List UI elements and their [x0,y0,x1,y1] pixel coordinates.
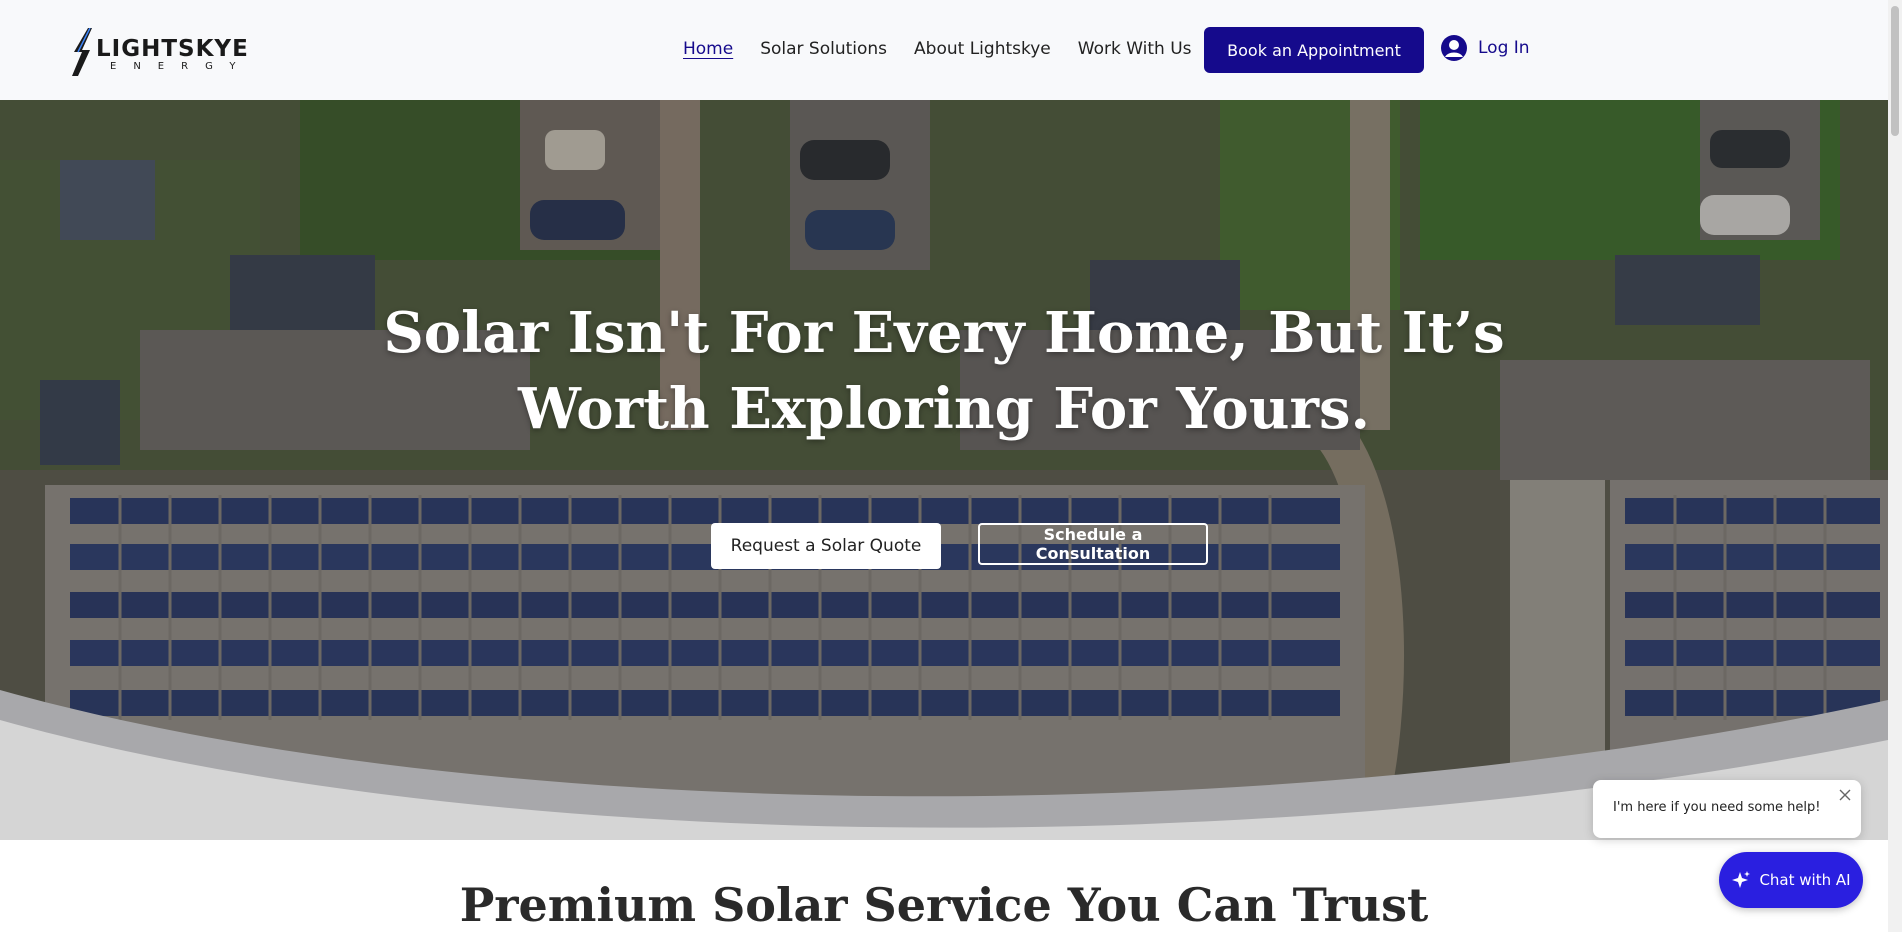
schedule-consultation-button[interactable]: Schedule a Consultation [978,523,1208,565]
site-header: LIGHTSKYE ENERGY Home Solar Solutions Ab… [0,0,1888,100]
hero-title-line-1: Solar Isn't For Every Home, But It’s [383,300,1505,366]
chat-button-label: Chat with AI [1759,871,1851,889]
main-nav: Home Solar Solutions About Lightskye Wor… [683,39,1192,59]
chat-with-ai-button[interactable]: Chat with AI [1719,852,1863,908]
lightskye-logo[interactable]: LIGHTSKYE ENERGY [70,26,260,76]
nav-work-with-us[interactable]: Work With Us [1078,39,1192,59]
hero-title-line-2: Worth Exploring For Yours. [517,376,1370,442]
hero-section: Solar Isn't For Every Home, But It’s Wor… [0,100,1888,840]
nav-home[interactable]: Home [683,39,733,59]
user-icon [1441,35,1467,61]
logo-subtitle: ENERGY [110,61,253,72]
nav-about[interactable]: About Lightskye [914,39,1051,59]
logo-wordmark: LIGHTSKYE [96,36,249,62]
close-icon[interactable] [1839,789,1851,801]
chat-help-bubble: I'm here if you need some help! [1593,780,1861,838]
page-scrollbar[interactable] [1888,0,1902,932]
hero-overlay [0,100,1888,840]
book-appointment-button[interactable]: Book an Appointment [1204,27,1424,73]
bolt-icon [72,28,92,76]
section-title: Premium Solar Service You Can Trust [459,878,1429,932]
nav-solar-solutions[interactable]: Solar Solutions [760,39,887,59]
request-quote-button[interactable]: Request a Solar Quote [711,523,941,569]
hero-title: Solar Isn't For Every Home, But It’s Wor… [0,295,1888,447]
scrollbar-thumb[interactable] [1891,6,1899,136]
login-link[interactable]: Log In [1440,34,1530,62]
login-label: Log In [1478,38,1530,58]
chat-bubble-text: I'm here if you need some help! [1613,800,1821,815]
sparkle-icon [1732,871,1751,888]
